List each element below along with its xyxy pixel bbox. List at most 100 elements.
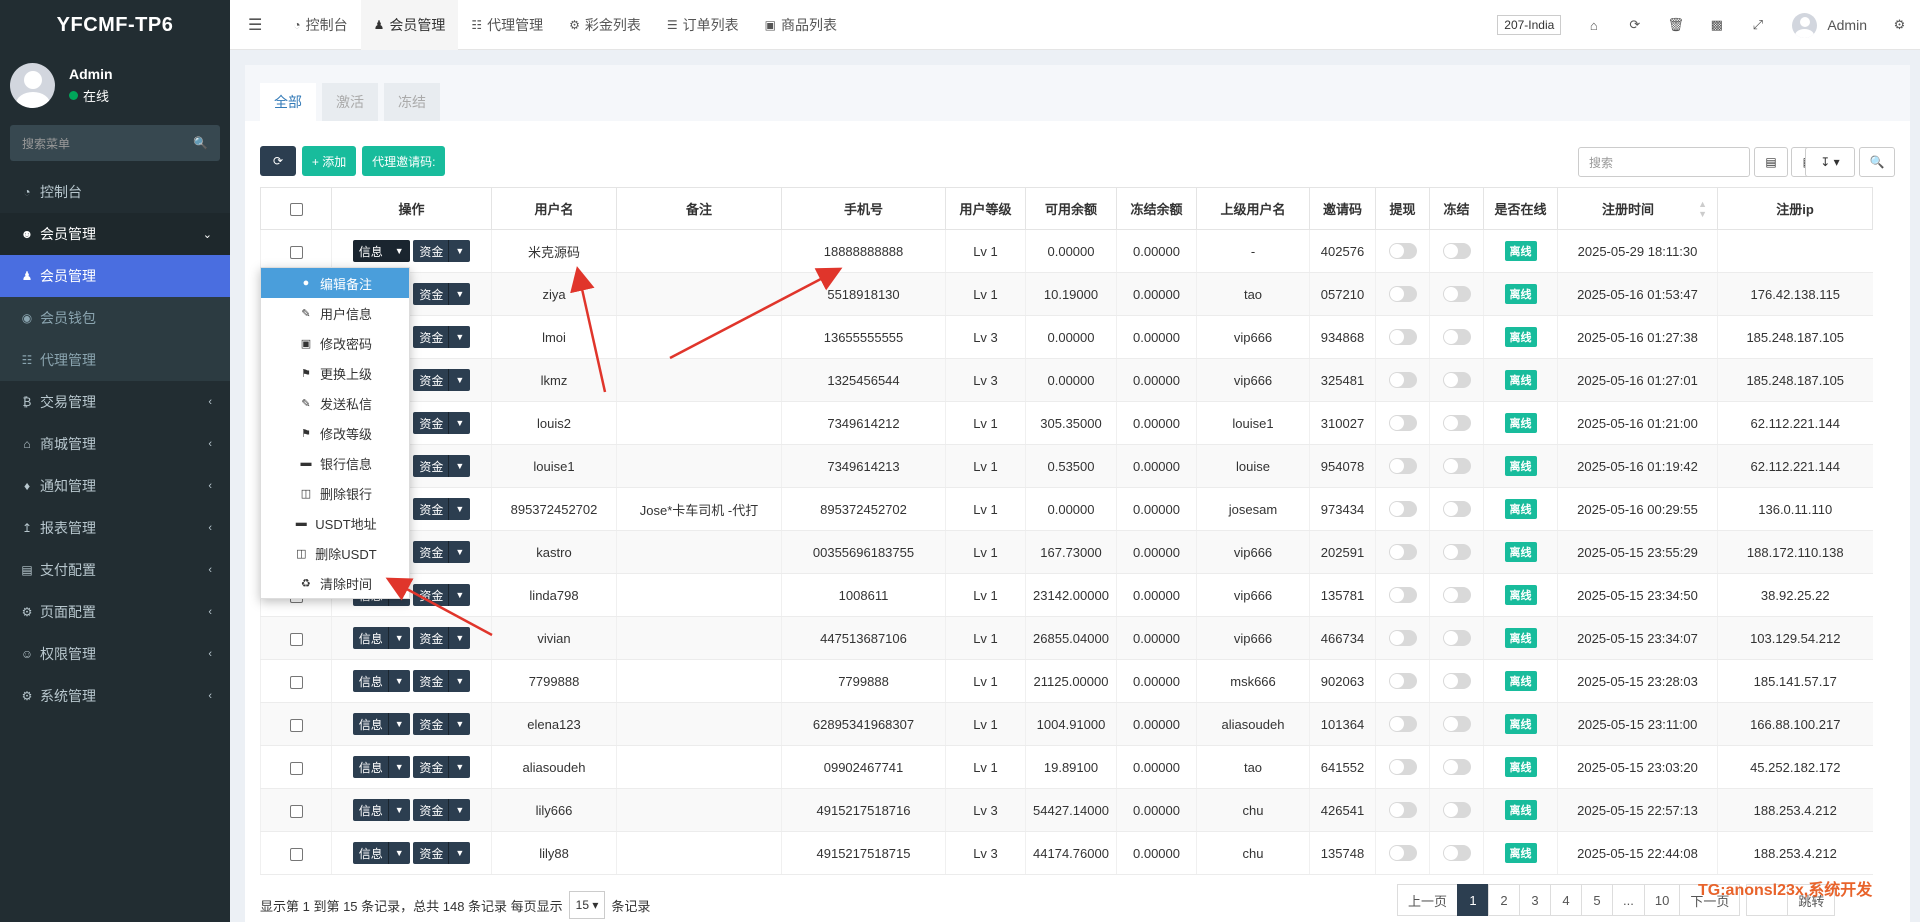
top-tab-0[interactable]: ◔ 控制台 [280, 0, 360, 50]
freeze-toggle[interactable] [1442, 673, 1471, 690]
page-button[interactable]: 2 [1488, 884, 1521, 916]
sidebar-item-4[interactable]: ☷ 代理管理 [0, 339, 230, 381]
page-size-select[interactable]: 15 ▾ [568, 891, 606, 919]
top-tab-1[interactable]: ♟ 会员管理 [360, 0, 459, 50]
freeze-toggle[interactable] [1442, 286, 1471, 303]
withdraw-toggle[interactable] [1388, 286, 1417, 303]
dropdown-item-5[interactable]: ⚑ 修改等级 [261, 418, 409, 448]
withdraw-toggle[interactable] [1388, 759, 1417, 776]
freeze-toggle[interactable] [1442, 845, 1471, 862]
page-button[interactable]: 10 [1643, 884, 1681, 916]
funds-button[interactable]: 资金 ▼ [413, 584, 471, 606]
language-badge[interactable]: 207-India [1497, 15, 1562, 35]
freeze-toggle[interactable] [1442, 802, 1471, 819]
add-button[interactable]: + 添加 [301, 146, 357, 176]
toggle-view-button[interactable]: ▤ [1754, 147, 1788, 177]
row-checkbox[interactable] [289, 632, 303, 646]
freeze-toggle[interactable] [1442, 243, 1471, 260]
page-button[interactable]: 1 [1457, 884, 1490, 916]
funds-button[interactable]: 资金 ▼ [413, 842, 471, 864]
export-button[interactable]: ↧ ▾ [1805, 147, 1855, 177]
prev-page-button[interactable]: 上一页 [1397, 884, 1459, 916]
search-input[interactable]: 搜索 [1578, 147, 1750, 177]
info-button[interactable]: 信息▼ [352, 799, 410, 821]
tab-active[interactable]: 激活 [322, 83, 378, 121]
column-header[interactable]: 注册时间 ▲ ▼ [1557, 187, 1718, 230]
dropdown-item-2[interactable]: ▣ 修改密码 [261, 328, 409, 358]
info-button[interactable]: 信息▼ [352, 240, 410, 262]
trash-icon[interactable]: 🗑 [1655, 17, 1696, 33]
withdraw-toggle[interactable] [1388, 716, 1417, 733]
funds-button[interactable]: 资金 ▼ [413, 498, 471, 520]
freeze-toggle[interactable] [1442, 415, 1471, 432]
funds-button[interactable]: 资金 ▼ [413, 455, 471, 477]
withdraw-toggle[interactable] [1388, 587, 1417, 604]
freeze-toggle[interactable] [1442, 544, 1471, 561]
funds-button[interactable]: 资金 ▼ [413, 283, 471, 305]
row-checkbox[interactable] [289, 761, 303, 775]
page-button[interactable]: 3 [1519, 884, 1552, 916]
home-icon[interactable]: ⌂ [1573, 18, 1614, 33]
funds-button[interactable]: 资金 ▼ [413, 541, 471, 563]
tab-frozen[interactable]: 冻结 [384, 83, 440, 121]
refresh-icon[interactable]: ⟳ [1614, 17, 1655, 33]
info-button[interactable]: 信息▼ [352, 842, 410, 864]
sidebar-item-8[interactable]: ↥ 报表管理 ‹ [0, 507, 230, 549]
app-logo[interactable]: YFCMF-TP6 [0, 0, 230, 50]
dropdown-item-0[interactable]: ● 编辑备注 [261, 268, 409, 298]
dropdown-item-6[interactable]: ▬ 银行信息 [261, 448, 409, 478]
tab-all[interactable]: 全部 [260, 83, 316, 121]
withdraw-toggle[interactable] [1388, 673, 1417, 690]
withdraw-toggle[interactable] [1388, 415, 1417, 432]
sidebar-item-1[interactable]: ☻ 会员管理 ⌄ [0, 213, 230, 255]
dropdown-item-8[interactable]: ▬ USDT地址 [261, 508, 409, 538]
funds-button[interactable]: 资金 ▼ [413, 713, 471, 735]
info-button[interactable]: 信息▼ [352, 756, 410, 778]
sidebar-item-12[interactable]: ⚙ 系统管理 ‹ [0, 675, 230, 717]
invite-code-button[interactable]: 代理邀请码: [362, 146, 446, 176]
admin-menu[interactable]: Admin [1778, 12, 1879, 38]
funds-button[interactable]: 资金 ▼ [413, 627, 471, 649]
freeze-toggle[interactable] [1442, 630, 1471, 647]
funds-button[interactable]: 资金 ▼ [413, 670, 471, 692]
sidebar-item-6[interactable]: ⌂ 商城管理 ‹ [0, 423, 230, 465]
sidebar-item-7[interactable]: ♦ 通知管理 ‹ [0, 465, 230, 507]
page-button[interactable]: 4 [1550, 884, 1583, 916]
withdraw-toggle[interactable] [1388, 458, 1417, 475]
sidebar-item-0[interactable]: ◔ 控制台 [0, 171, 230, 213]
row-checkbox[interactable] [289, 245, 303, 259]
withdraw-toggle[interactable] [1388, 845, 1417, 862]
sidebar-toggle-button[interactable]: ☰ [230, 0, 280, 50]
row-checkbox[interactable] [289, 675, 303, 689]
freeze-toggle[interactable] [1442, 501, 1471, 518]
dropdown-item-1[interactable]: ✎ 用户信息 [261, 298, 409, 328]
top-tab-2[interactable]: ☷ 代理管理 [458, 0, 556, 50]
fullscreen-icon[interactable]: ⤢ [1737, 17, 1778, 33]
freeze-toggle[interactable] [1442, 759, 1471, 776]
sidebar-item-2[interactable]: ♟ 会员管理 [0, 255, 230, 297]
row-checkbox[interactable] [289, 847, 303, 861]
advanced-search-button[interactable]: 🔍 [1859, 147, 1895, 177]
translate-icon[interactable]: ▩ [1696, 17, 1737, 33]
withdraw-toggle[interactable] [1388, 544, 1417, 561]
dropdown-item-3[interactable]: ⚑ 更换上级 [261, 358, 409, 388]
funds-button[interactable]: 资金 ▼ [413, 326, 471, 348]
dropdown-item-10[interactable]: ♻ 清除时间 [261, 568, 409, 598]
info-button[interactable]: 信息▼ [352, 670, 410, 692]
funds-button[interactable]: 资金 ▼ [413, 240, 471, 262]
sidebar-item-11[interactable]: ☺ 权限管理 ‹ [0, 633, 230, 675]
row-checkbox[interactable] [289, 804, 303, 818]
withdraw-toggle[interactable] [1388, 243, 1417, 260]
freeze-toggle[interactable] [1442, 458, 1471, 475]
freeze-toggle[interactable] [1442, 372, 1471, 389]
row-checkbox[interactable] [289, 718, 303, 732]
refresh-button[interactable]: ⟳ [260, 146, 296, 176]
withdraw-toggle[interactable] [1388, 802, 1417, 819]
withdraw-toggle[interactable] [1388, 329, 1417, 346]
funds-button[interactable]: 资金 ▼ [413, 756, 471, 778]
top-tab-5[interactable]: ▣ 商品列表 [752, 0, 850, 50]
page-button[interactable]: 5 [1581, 884, 1614, 916]
page-button[interactable]: ... [1612, 884, 1645, 916]
sidebar-item-5[interactable]: ₿ 交易管理 ‹ [0, 381, 230, 423]
sidebar-item-10[interactable]: ⚙ 页面配置 ‹ [0, 591, 230, 633]
